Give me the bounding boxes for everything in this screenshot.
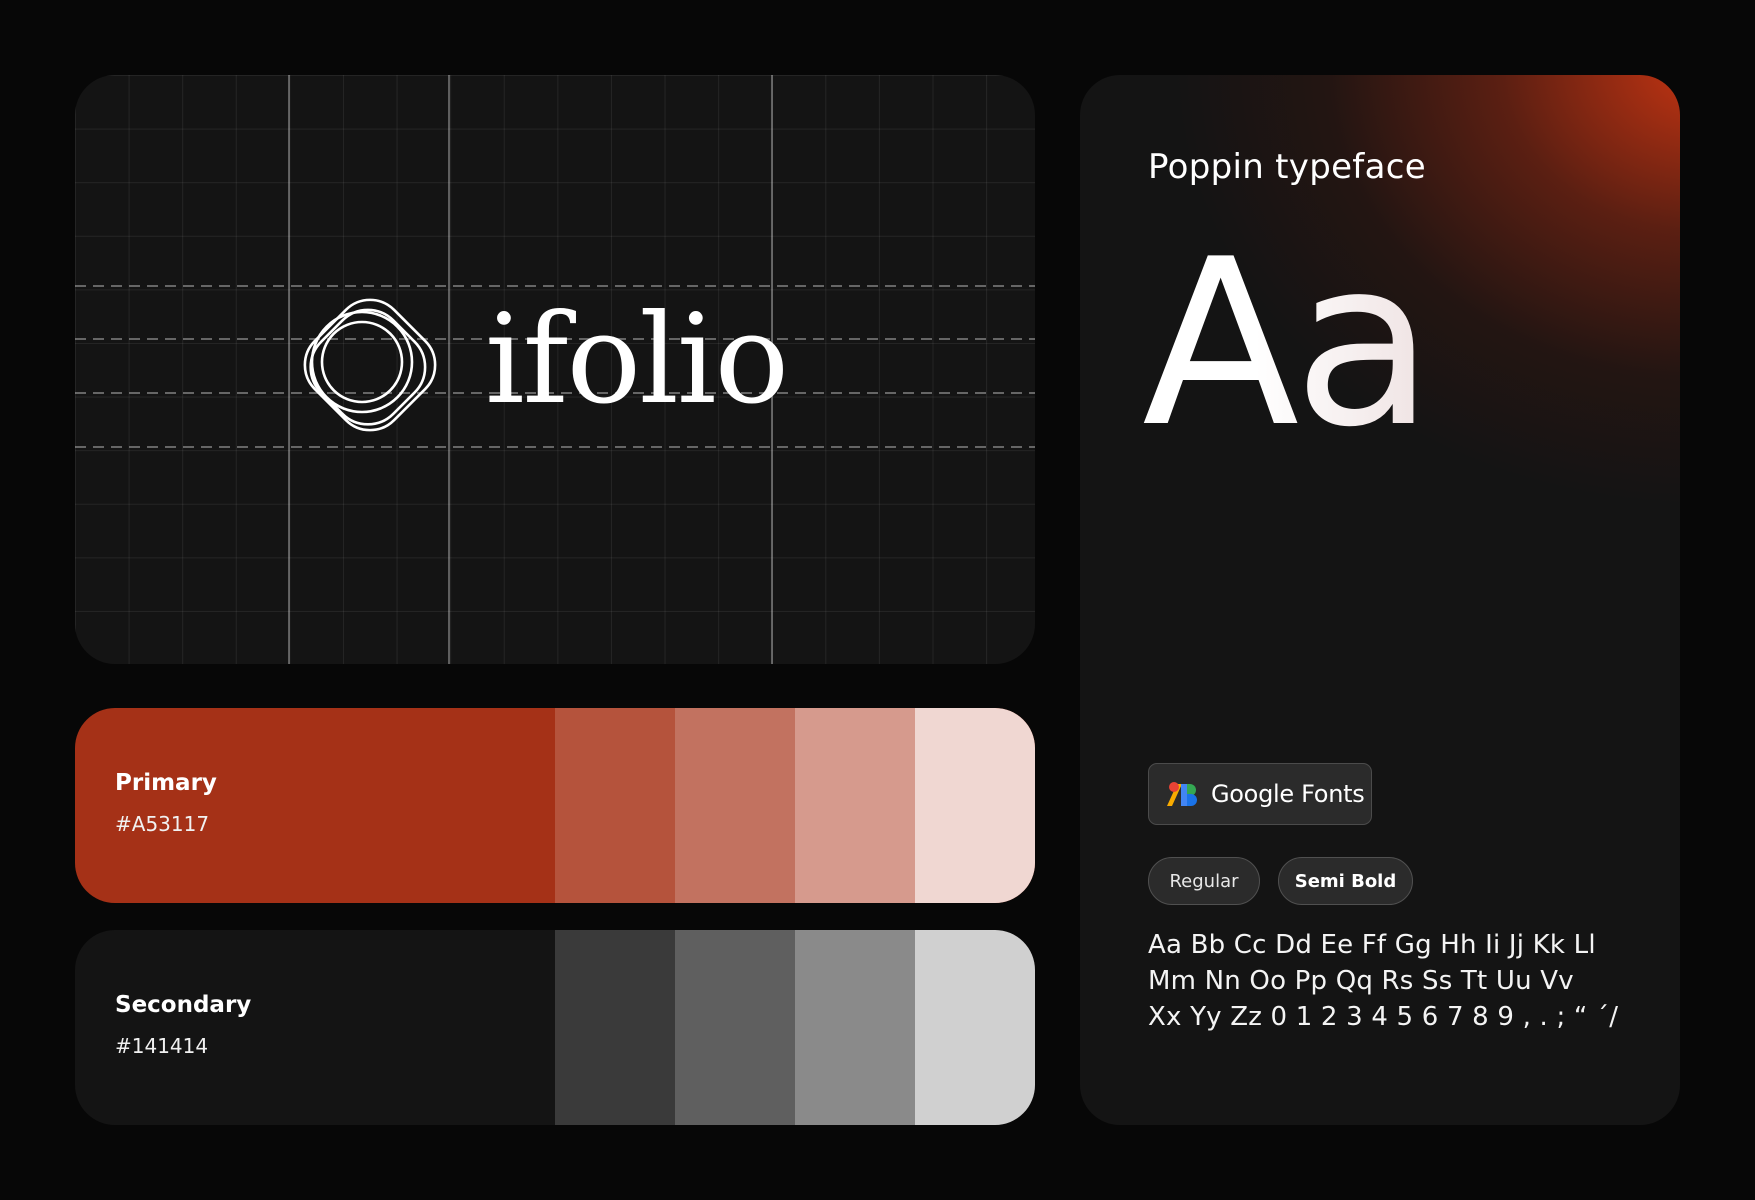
character-set-line: Xx Yy Zz 0 1 2 3 4 5 6 7 8 9 , . ; “ ´/ — [1148, 1002, 1619, 1032]
typography-card: Poppin typeface Aa Google Fonts Regular … — [1080, 75, 1680, 1125]
typeface-title: Poppin typeface — [1148, 147, 1426, 187]
secondary-color-name: Secondary — [115, 992, 252, 1018]
logo-construction-card: ifolio — [75, 75, 1035, 664]
google-fonts-badge[interactable]: Google Fonts — [1148, 763, 1372, 825]
primary-color-name: Primary — [115, 770, 217, 796]
primary-color-base: Primary #A53117 — [75, 708, 555, 903]
primary-color-hex: #A53117 — [115, 812, 210, 836]
guide-line-horizontal — [75, 446, 1035, 448]
typeface-specimen: Aa — [1142, 211, 1434, 478]
secondary-color-swatch: Secondary #141414 — [75, 930, 1035, 1125]
primary-tint-4 — [915, 708, 1035, 903]
google-fonts-icon — [1167, 782, 1197, 806]
secondary-color-hex: #141414 — [115, 1034, 209, 1058]
google-fonts-label: Google Fonts — [1211, 780, 1365, 808]
primary-tint-3 — [795, 708, 915, 903]
secondary-tint-2 — [675, 930, 795, 1125]
weight-semibold-chip[interactable]: Semi Bold — [1278, 857, 1413, 905]
character-set-line: Mm Nn Oo Pp Qq Rs Ss Tt Uu Vv — [1148, 966, 1574, 996]
secondary-color-base: Secondary #141414 — [75, 930, 555, 1125]
primary-tint-1 — [555, 708, 675, 903]
character-set-line: Aa Bb Cc Dd Ee Ff Gg Hh Ii Jj Kk Ll — [1148, 930, 1596, 960]
secondary-tint-4 — [915, 930, 1035, 1125]
secondary-tint-3 — [795, 930, 915, 1125]
primary-tint-2 — [675, 708, 795, 903]
secondary-tint-1 — [555, 930, 675, 1125]
weight-regular-chip[interactable]: Regular — [1148, 857, 1260, 905]
logo-wordmark: ifolio — [485, 288, 789, 432]
primary-color-swatch: Primary #A53117 — [75, 708, 1035, 903]
character-set: Aa Bb Cc Dd Ee Ff Gg Hh Ii Jj Kk Ll Mm N… — [1148, 927, 1648, 1035]
rounded-square-rings-icon — [303, 298, 437, 432]
